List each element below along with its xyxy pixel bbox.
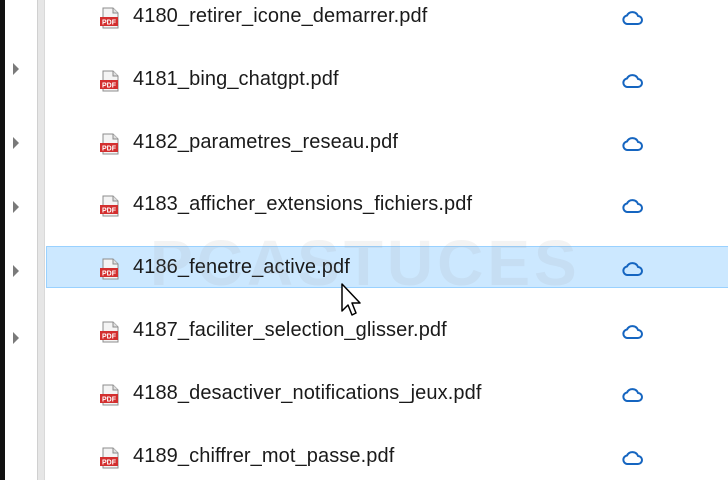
file-name-label: 4183_afficher_extensions_fichiers.pdf [133, 193, 473, 215]
file-name-label: 4189_chiffrer_mot_passe.pdf [133, 445, 395, 467]
file-name-label: 4181_bing_chatgpt.pdf [133, 68, 339, 90]
file-name-label: 4188_desactiver_notifications_jeux.pdf [133, 382, 482, 404]
pdf-file-icon: PDF [100, 384, 119, 406]
pdf-file-icon: PDF [100, 321, 119, 343]
file-row[interactable]: PDF 4188_desactiver_notifications_jeux.pd… [46, 372, 728, 414]
cloud-icon [622, 325, 643, 339]
chevron-right-icon[interactable] [13, 201, 19, 213]
pdf-badge-label: PDF [102, 20, 117, 27]
file-row[interactable]: PDF 4180_retirer_icone_demarrer.pdf [46, 0, 728, 37]
pdf-badge-label: PDF [102, 83, 117, 90]
chevron-right-icon[interactable] [13, 137, 19, 149]
cloud-icon [622, 262, 643, 276]
pdf-file-icon: PDF [100, 7, 119, 29]
file-name-label: 4182_parametres_reseau.pdf [133, 131, 399, 153]
cloud-icon [622, 199, 643, 213]
pdf-file-icon: PDF [100, 70, 119, 92]
pdf-badge-label: PDF [102, 460, 117, 467]
pdf-file-icon: PDF [100, 133, 119, 155]
chevron-right-icon[interactable] [13, 265, 19, 277]
file-row[interactable]: PDF 4182_parametres_reseau.pdf [46, 121, 728, 163]
chevron-right-icon[interactable] [13, 63, 19, 75]
cloud-icon [622, 74, 643, 88]
file-row[interactable]: PDF 4189_chiffrer_mot_passe.pdf [46, 435, 728, 477]
pdf-file-icon: PDF [100, 447, 119, 469]
pdf-badge-label: PDF [102, 208, 117, 215]
mouse-cursor [341, 283, 361, 316]
pdf-badge-label: PDF [102, 334, 117, 341]
pdf-badge-label: PDF [102, 271, 117, 278]
pdf-badge-label: PDF [102, 146, 117, 153]
file-explorer-window: PDF 4180_retirer_icone_demarrer.pdf PDF 418… [0, 0, 728, 480]
file-row[interactable]: PDF 4186_fenetre_active.pdf [46, 246, 728, 288]
navigation-pane [5, 0, 35, 480]
chevron-right-icon[interactable] [13, 332, 19, 344]
file-list: PDF 4180_retirer_icone_demarrer.pdf PDF 418… [46, 0, 728, 480]
file-row[interactable]: PDF 4183_afficher_extensions_fichiers.pdf [46, 183, 728, 225]
pdf-file-icon: PDF [100, 195, 119, 217]
cloud-icon [622, 137, 643, 151]
pdf-file-icon: PDF [100, 258, 119, 280]
file-name-label: 4180_retirer_icone_demarrer.pdf [133, 5, 428, 27]
file-row[interactable]: PDF 4187_faciliter_selection_glisser.pdf [46, 309, 728, 351]
cloud-icon [622, 388, 643, 402]
file-name-label: 4187_faciliter_selection_glisser.pdf [133, 319, 447, 341]
pdf-badge-label: PDF [102, 397, 117, 404]
cloud-icon [622, 451, 643, 465]
file-row[interactable]: PDF 4181_bing_chatgpt.pdf [46, 58, 728, 100]
pane-resize-handle[interactable] [37, 0, 45, 480]
cloud-icon [622, 11, 643, 25]
file-name-label: 4186_fenetre_active.pdf [133, 256, 350, 278]
